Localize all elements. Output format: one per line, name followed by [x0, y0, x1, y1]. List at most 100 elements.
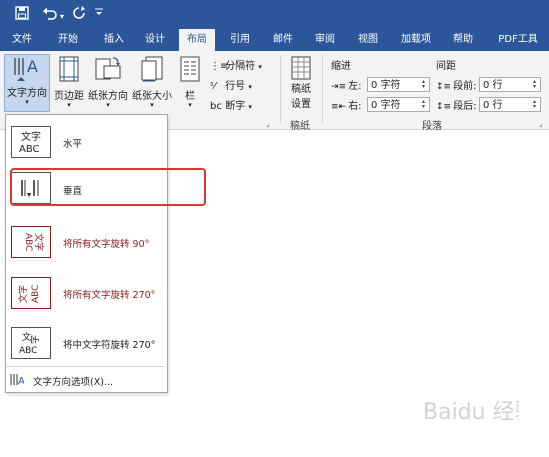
columns-button[interactable]: 栏 ▾ [178, 56, 202, 109]
svg-text:文字: 文字 [33, 233, 45, 251]
indent-right-input[interactable]: 0 字符 ▴ ▾ [367, 97, 430, 112]
undo-dropdown-icon[interactable]: ▾ [60, 9, 64, 25]
svg-text:文字: 文字 [17, 285, 29, 303]
size-button[interactable]: 纸张大小 ▾ [130, 56, 174, 109]
tab-file[interactable]: 文件 [4, 29, 40, 51]
spacing-after-icon: ↕≡ [436, 102, 452, 112]
ribbon-tab-bar: 文件 开始 插入 设计 布局 引用 邮件 审阅 视图 加载项 帮助 PDF工具 [0, 29, 549, 51]
menu-item-horizontal[interactable]: 文字 ABC 水平 [6, 120, 165, 164]
chevron-down-icon: ▾ [248, 83, 252, 91]
tab-insert[interactable]: 插入 [96, 29, 132, 51]
manuscript-settings-button[interactable]: 稿纸 设置 [286, 56, 316, 110]
menu-item-label: 文字方向选项(X)... [33, 377, 113, 388]
menu-item-label: 水平 [63, 139, 83, 150]
text-direction-button[interactable]: A 文字方向 ▾ [4, 54, 50, 112]
tab-addins[interactable]: 加载项 [395, 29, 437, 51]
spacing-after-value: 0 行 [483, 100, 503, 111]
tab-pdf-tools[interactable]: PDF工具 [490, 29, 546, 51]
svg-text:文字: 文字 [21, 130, 41, 143]
spacing-before-label-wrap: ↕≡ 段前: [436, 77, 477, 92]
chevron-down-icon: ▾ [150, 101, 154, 109]
hyphenation-button[interactable]: bc 断字 ▾ [210, 97, 252, 112]
manuscript-label-1: 稿纸 [291, 84, 311, 95]
svg-text:ABC: ABC [19, 144, 40, 155]
customize-icon[interactable] [95, 7, 103, 23]
rotate-chinese-270-icon: 文 字 ABC [11, 327, 51, 359]
indent-left-label-wrap: ⇥≡ 左: [331, 77, 362, 92]
manuscript-icon [291, 56, 311, 80]
chevron-down-icon: ▾ [67, 101, 71, 109]
page-setup-launcher-icon[interactable]: ⌟ [266, 119, 270, 128]
text-direction-icon: A [14, 57, 38, 81]
text-direction-options-icon: A [10, 374, 24, 386]
tab-layout[interactable]: 布局 [179, 29, 215, 51]
baidu-watermark: Baidu 经验 [419, 393, 537, 435]
menu-item-rotate-90[interactable]: 文字 ABC 将所有文字旋转 90° [6, 221, 165, 263]
size-label: 纸张大小 [132, 91, 172, 102]
save-icon[interactable] [15, 6, 29, 24]
spinner-icon[interactable]: ▴ ▾ [530, 79, 539, 90]
spacing-after-label-wrap: ↕≡ 段后: [436, 97, 477, 112]
breaks-label: 分隔符 [225, 61, 256, 72]
line-numbers-label: 行号 [225, 81, 246, 92]
spacing-before-value: 0 行 [483, 80, 503, 91]
indent-right-icon: ≡⇤ [331, 102, 347, 112]
tab-view[interactable]: 视图 [350, 29, 386, 51]
menu-item-rotate-chinese-270[interactable]: 文 字 ABC 将中文字符旋转 270° [6, 322, 165, 364]
breaks-button[interactable]: ⋮≡ 分隔符 ▾ [210, 57, 262, 72]
tab-home[interactable]: 开始 [50, 29, 86, 51]
indent-left-input[interactable]: 0 字符 ▴ ▾ [367, 77, 430, 92]
indent-left-icon: ⇥≡ [331, 82, 347, 92]
indent-header: 缩进 [331, 61, 351, 72]
manuscript-label-2: 设置 [291, 99, 311, 110]
menu-item-rotate-270[interactable]: 文字 ABC 将所有文字旋转 270° [6, 272, 165, 314]
line-numbers-icon: ⅟ [210, 81, 216, 92]
hyphenation-icon: bc [210, 101, 222, 112]
highlight-box [10, 168, 206, 206]
text-direction-menu: 文字 ABC 水平 垂直 文字 ABC 将所有文字旋转 90° 文字 ABC 将… [5, 114, 168, 393]
chevron-down-icon: ▾ [25, 98, 29, 106]
hyphenation-label: 断字 [225, 101, 246, 112]
orientation-icon [95, 57, 121, 80]
margins-button[interactable]: 页边距 ▾ [52, 56, 86, 109]
menu-separator [6, 366, 165, 367]
spacing-before-input[interactable]: 0 行 ▴ ▾ [479, 77, 541, 92]
spacing-header: 间距 [436, 61, 456, 72]
spinner-icon[interactable]: ▴ ▾ [419, 99, 428, 110]
tab-references[interactable]: 引用 [222, 29, 258, 51]
spinner-icon[interactable]: ▴ ▾ [419, 79, 428, 90]
watermark-text: Baidu 经验 [423, 400, 519, 425]
margins-label: 页边距 [54, 91, 84, 102]
spacing-before-icon: ↕≡ [436, 82, 452, 92]
chevron-down-icon: ▾ [106, 101, 110, 109]
line-numbers-button[interactable]: ⅟ 行号 ▾ [210, 77, 252, 92]
orientation-button[interactable]: 纸张方向 ▾ [86, 56, 130, 109]
paragraph-launcher-icon[interactable]: ⌟ [539, 119, 543, 128]
chevron-down-icon: ▾ [248, 103, 252, 111]
tab-help[interactable]: 帮助 [445, 29, 481, 51]
manuscript-group-label: 稿纸 [290, 121, 310, 132]
spacing-after-input[interactable]: 0 行 ▴ ▾ [479, 97, 541, 112]
indent-right-label: 右: [348, 101, 362, 112]
rotate-270-icon: 文字 ABC [11, 277, 51, 309]
svg-text:ABC: ABC [31, 285, 41, 303]
paragraph-group-label: 段落 [422, 121, 442, 132]
tab-review[interactable]: 审阅 [307, 29, 343, 51]
svg-text:A: A [27, 57, 38, 76]
spinner-icon[interactable]: ▴ ▾ [530, 99, 539, 110]
undo-icon[interactable] [42, 6, 58, 24]
svg-text:字: 字 [29, 335, 41, 344]
title-bar: ▾ [0, 0, 549, 29]
menu-item-label: 将所有文字旋转 270° [63, 290, 156, 301]
svg-text:A: A [18, 376, 24, 386]
indent-right-label-wrap: ≡⇤ 右: [331, 97, 362, 112]
margins-icon [59, 56, 79, 82]
chevron-down-icon: ▾ [258, 63, 262, 71]
menu-item-text-direction-options[interactable]: A 文字方向选项(X)... [6, 370, 165, 390]
indent-left-value: 0 字符 [371, 80, 401, 91]
tab-design[interactable]: 设计 [137, 29, 173, 51]
redo-icon[interactable] [72, 6, 86, 24]
indent-right-value: 0 字符 [371, 100, 401, 111]
group-separator [322, 55, 323, 123]
tab-mailings[interactable]: 邮件 [265, 29, 301, 51]
